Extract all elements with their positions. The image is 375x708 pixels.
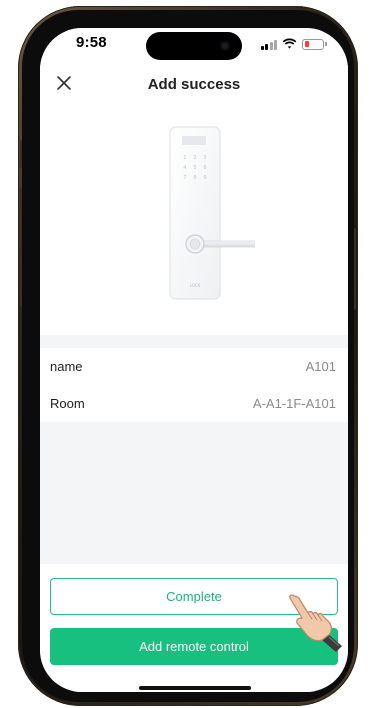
detail-label: Room (50, 396, 85, 411)
status-icons (260, 38, 327, 50)
detail-row-name: name A101 (40, 348, 348, 385)
keypad-key: 5 (193, 165, 196, 171)
dynamic-island (146, 32, 242, 60)
details-list: name A101 Room A-A1-1F-A101 (40, 348, 348, 422)
battery-icon (302, 38, 327, 50)
keypad-key: 3 (203, 155, 206, 161)
signal-icon (260, 39, 277, 50)
camera-icon (220, 41, 230, 51)
detail-value: A101 (305, 359, 336, 374)
pointing-hand-icon (289, 594, 342, 652)
nav-bar: Add success (40, 68, 348, 102)
wifi-icon (282, 38, 297, 50)
keypad-key: 4 (183, 165, 186, 171)
keypad-key: 7 (183, 175, 186, 181)
keypad-key: 6 (203, 165, 206, 171)
keypad-key: 8 (193, 175, 196, 181)
home-indicator (139, 686, 251, 690)
status-bar: 9:58 (40, 28, 348, 68)
device-image-panel: 1 2 3 4 5 6 7 8 9 LOCK (40, 102, 348, 335)
lock-brand-text: LOCK (190, 283, 201, 288)
keypad-key: 2 (193, 155, 196, 161)
detail-label: name (50, 359, 83, 374)
status-time: 9:58 (76, 34, 107, 51)
detail-row-room: Room A-A1-1F-A101 (40, 385, 348, 422)
smart-lock-icon: 1 2 3 4 5 6 7 8 9 LOCK (169, 126, 255, 300)
battery-level (304, 41, 309, 47)
keypad-key: 9 (203, 175, 206, 181)
detail-value: A-A1-1F-A101 (252, 396, 336, 411)
keypad-key: 1 (183, 155, 186, 161)
page-title: Add success (147, 76, 241, 93)
